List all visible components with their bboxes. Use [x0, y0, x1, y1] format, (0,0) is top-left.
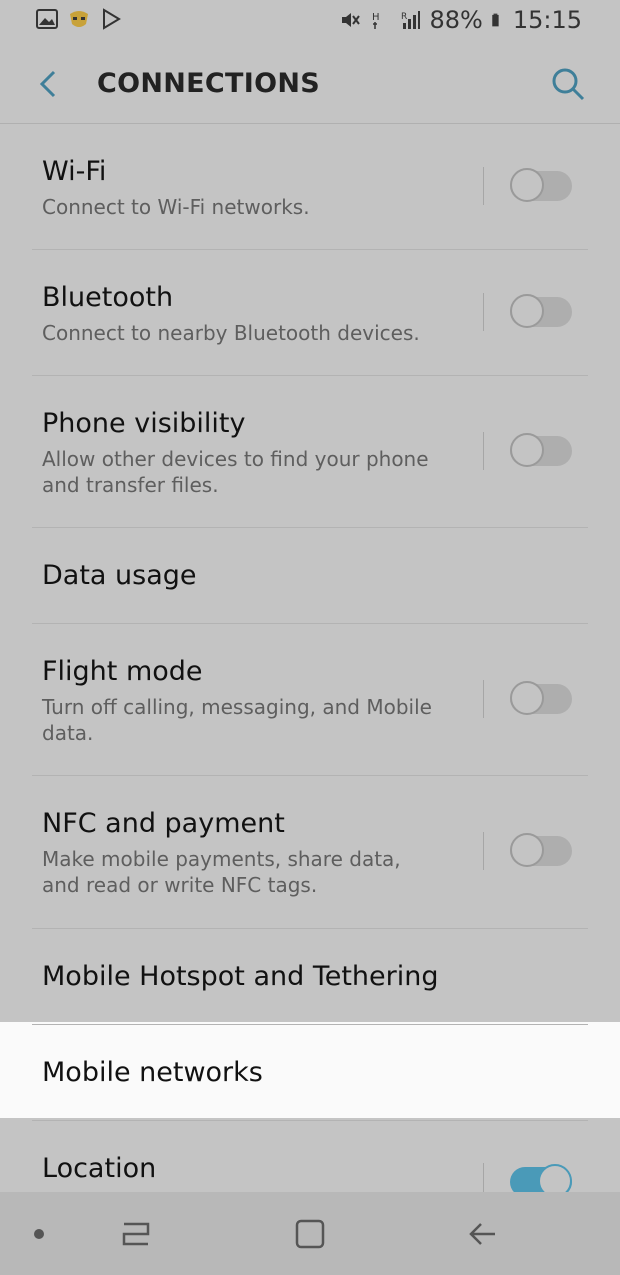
flight-mode-toggle[interactable]: [510, 681, 572, 715]
battery-icon: [492, 13, 499, 27]
item-label: Bluetooth: [42, 282, 174, 313]
hotspot-tethering-item[interactable]: Mobile Hotspot and Tethering: [32, 929, 588, 1025]
home-icon[interactable]: [290, 1214, 330, 1254]
play-store-icon: [103, 8, 121, 30]
vertical-divider: [483, 293, 484, 331]
item-label: Mobile networks: [42, 1057, 263, 1088]
item-label: Location: [42, 1153, 157, 1184]
signal-h-icon: H: [372, 12, 380, 29]
navigation-bar: [0, 1192, 620, 1275]
flight-mode-item[interactable]: Flight mode Turn off calling, messaging,…: [32, 624, 588, 776]
vertical-divider: [483, 832, 484, 870]
data-usage-item[interactable]: Data usage: [32, 528, 588, 624]
signal-r-icon: R: [401, 11, 421, 29]
app-bar: CONNECTIONS: [0, 44, 620, 124]
mobile-networks-item[interactable]: Mobile networks: [32, 1025, 588, 1121]
svg-text:R: R: [401, 12, 407, 22]
back-arrow-icon[interactable]: [30, 66, 66, 102]
mute-icon: [342, 13, 361, 27]
item-description: Connect to Wi-Fi networks.: [42, 195, 310, 219]
grindr-icon: [70, 11, 88, 27]
bluetooth-toggle[interactable]: [510, 294, 572, 328]
phone-visibility-toggle[interactable]: [510, 433, 572, 467]
status-bar: H R 88% 15:15: [0, 0, 620, 44]
vertical-divider: [483, 167, 484, 205]
page-title: CONNECTIONS: [97, 68, 320, 99]
nfc-payment-item[interactable]: NFC and payment Make mobile payments, sh…: [32, 776, 588, 929]
item-label: NFC and payment: [42, 808, 285, 839]
item-label: Wi-Fi: [42, 156, 107, 187]
settings-list: Wi-Fi Connect to Wi-Fi networks. Bluetoo…: [0, 124, 620, 1201]
search-icon[interactable]: [548, 64, 588, 104]
item-label: Phone visibility: [42, 408, 246, 439]
item-description: Make mobile payments, share data, and re…: [42, 847, 401, 897]
vertical-divider: [483, 680, 484, 718]
item-description: Allow other devices to find your phone a…: [42, 447, 429, 497]
battery-percent: 88%: [429, 6, 483, 34]
vertical-divider: [483, 432, 484, 470]
gallery-icon: [36, 9, 58, 29]
item-label: Flight mode: [42, 656, 203, 687]
item-label: Data usage: [42, 560, 197, 591]
location-item[interactable]: Location: [32, 1121, 588, 1201]
svg-text:H: H: [372, 12, 380, 23]
wifi-item[interactable]: Wi-Fi Connect to Wi-Fi networks.: [32, 124, 588, 250]
bluetooth-item[interactable]: Bluetooth Connect to nearby Bluetooth de…: [32, 250, 588, 376]
clock: 15:15: [512, 6, 582, 34]
dot-icon[interactable]: [22, 1214, 56, 1254]
recent-apps-icon[interactable]: [116, 1214, 156, 1254]
item-description: Connect to nearby Bluetooth devices.: [42, 321, 420, 345]
back-icon[interactable]: [463, 1214, 503, 1254]
item-description: Turn off calling, messaging, and Mobile …: [42, 695, 432, 745]
phone-visibility-item[interactable]: Phone visibility Allow other devices to …: [32, 376, 588, 528]
wifi-toggle[interactable]: [510, 168, 572, 202]
item-label: Mobile Hotspot and Tethering: [42, 961, 439, 992]
nfc-toggle[interactable]: [510, 833, 572, 867]
